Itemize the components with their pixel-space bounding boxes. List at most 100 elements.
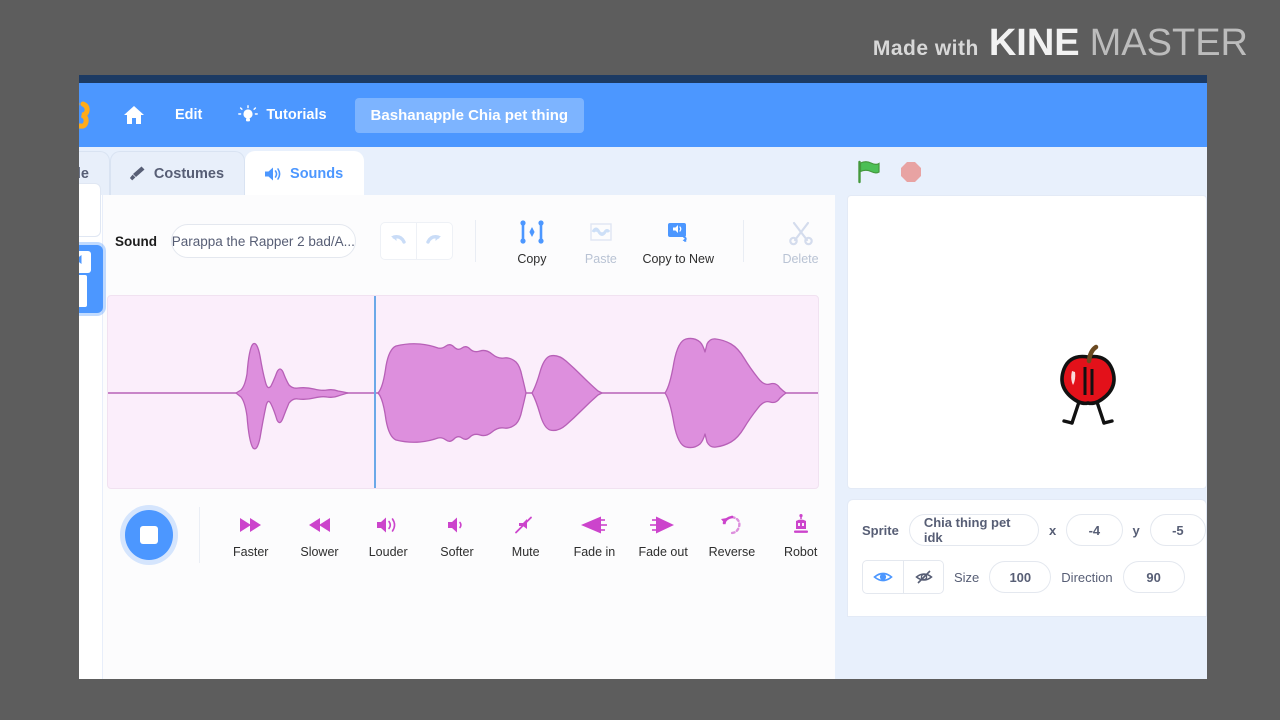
sprite-apple-character[interactable] [1050,341,1126,434]
project-title-input[interactable]: Bashanapple Chia pet thing [354,97,585,133]
sprite-size-input[interactable]: 100 [989,561,1052,593]
screenshot-root: Made with KINE MASTER Edit Tutorials Bas… [0,0,1280,720]
stop-square-icon [140,526,159,544]
speaker-icon [265,167,281,180]
eye-show-icon [873,572,893,582]
scratch-app-window: Edit Tutorials Bashanapple Chia pet thin… [79,75,1207,679]
sound-list-item-other[interactable] [79,183,101,237]
sprite-name-input[interactable]: Chia thing pet idk [908,514,1039,546]
undo-redo-group [379,222,453,260]
tab-bar: de Costumes [79,147,835,195]
effect-robot[interactable]: Robot [766,512,835,559]
waveform-playhead[interactable] [374,296,376,488]
effect-slower[interactable]: Slower [285,512,354,559]
sprite-y-input[interactable]: -5 [1149,514,1206,546]
tab-sounds-label: Sounds [290,165,344,182]
sprite-x-input[interactable]: -4 [1066,514,1123,546]
delete-button[interactable]: Delete [766,216,835,266]
menu-item-tutorials[interactable]: Tutorials [220,83,344,147]
sound-editor: Sound Parappa the Rapper 2 bad/A... Copy… [103,195,835,679]
copy-to-new-button[interactable]: Copy to New [635,216,721,266]
robot-icon [788,512,814,538]
effect-mute-label: Mute [511,544,540,559]
paintbrush-icon [129,166,145,181]
effect-fade-in[interactable]: Fade in [560,512,629,559]
menu-item-edit[interactable]: Edit [157,83,220,147]
effect-fade-out[interactable]: Fade out [629,512,698,559]
sound-waveform-thumb [79,275,87,307]
volume-up-icon [373,512,403,538]
browser-chrome-strip [79,75,1207,83]
watermark-kine: KINE [988,22,1080,64]
toolbar-divider-1 [474,220,476,262]
copy-button[interactable]: Copy [497,216,566,266]
tab-costumes[interactable]: Costumes [109,151,246,195]
lightbulb-icon [238,105,259,122]
redo-button[interactable] [416,223,451,259]
effect-mute[interactable]: Mute [491,512,560,559]
delete-label: Delete [782,252,819,266]
effect-softer[interactable]: Softer [423,512,492,559]
watermark-master: MASTER [1089,22,1248,64]
kinemaster-watermark: Made with KINE MASTER [873,22,1248,65]
effect-slower-label: Slower [300,544,339,559]
sound-toolbar: Sound Parappa the Rapper 2 bad/A... Copy… [103,195,835,287]
scissors-icon [787,216,815,246]
red-apple-character-graphic [1060,344,1116,425]
play-stop-button[interactable] [125,510,174,560]
waveform-display[interactable] [107,295,819,489]
copy-label: Copy [517,252,547,266]
effect-fade-in-label: Fade in [573,544,616,559]
sprite-direction-label: Direction [1061,569,1113,585]
stage-controls [847,153,1207,195]
undo-button[interactable] [381,223,416,259]
sprite-direction-input[interactable]: 90 [1122,561,1185,593]
sound-name-label: Sound [115,233,157,249]
tab-code-label: de [79,165,89,182]
effect-faster[interactable]: Faster [216,512,285,559]
stop-sign-icon [901,161,921,182]
home-button[interactable] [111,104,157,126]
sound-list-panel [79,183,103,679]
sound-name-input[interactable]: Parappa the Rapper 2 bad/A... [171,224,356,258]
waveform-graphic [108,337,818,450]
tab-sounds[interactable]: Sounds [245,151,365,195]
effect-softer-label: Softer [440,544,474,559]
paste-button[interactable]: Paste [566,216,635,266]
menu-tutorials-label: Tutorials [266,107,327,123]
redo-icon [426,235,442,244]
effects-divider [199,507,201,563]
menu-bar: Edit Tutorials Bashanapple Chia pet thin… [79,83,1207,147]
volume-down-icon [442,512,472,538]
sprite-info-panel: Sprite Chia thing pet idk x -4 y -5 Size… [847,499,1207,617]
sprite-x-label: x [1049,522,1057,538]
paste-icon [586,216,616,246]
scratch-logo-icon[interactable] [79,98,103,132]
effects-bar: Faster Slower Louder Softer Mute Fade in… [103,489,835,581]
sprite-show-button[interactable] [863,561,903,593]
effect-louder[interactable]: Louder [354,512,423,559]
green-flag-icon [858,160,880,183]
rewind-icon [304,512,334,538]
copy-icon [517,216,547,246]
sound-list-item-selected[interactable] [79,245,103,313]
app-body: de Costumes [79,147,1207,679]
green-flag-button[interactable] [855,159,881,190]
editor-column: de Costumes [79,147,835,679]
menu-edit-label: Edit [175,107,203,123]
effect-louder-label: Louder [368,544,408,559]
stage-column: Sprite Chia thing pet idk x -4 y -5 Size… [835,147,1207,679]
sprite-hide-button[interactable] [903,561,943,593]
mute-icon [511,512,541,538]
home-icon [124,106,144,124]
stage-canvas[interactable] [847,195,1207,489]
sprite-info-row-2: Size 100 Direction 90 [862,560,1206,594]
fast-forward-icon [236,512,266,538]
stop-button[interactable] [899,160,923,189]
effect-reverse[interactable]: Reverse [698,512,767,559]
paste-label: Paste [584,252,617,266]
copy-to-new-icon [663,216,693,246]
sprite-size-label: Size [954,569,980,585]
watermark-made-with: Made with [872,37,979,60]
reverse-icon [719,512,745,538]
